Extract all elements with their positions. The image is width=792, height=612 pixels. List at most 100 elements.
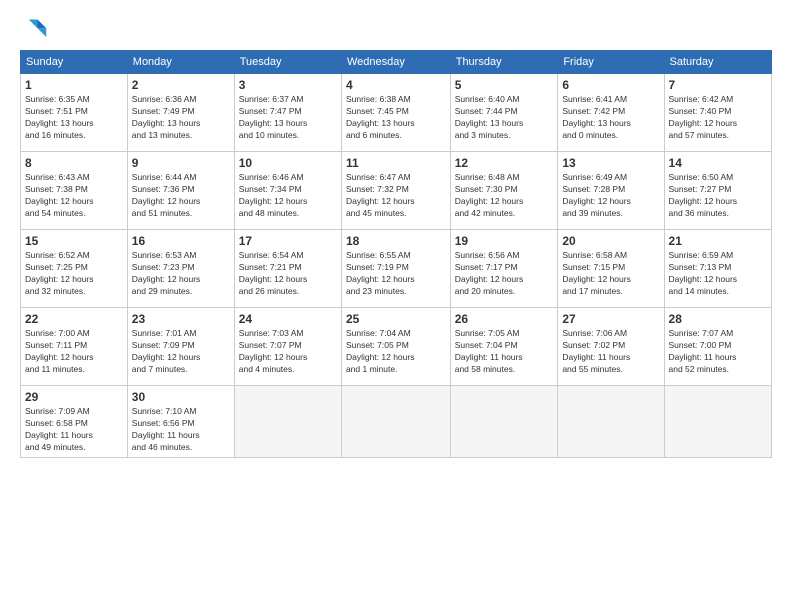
logo-icon: [20, 16, 48, 44]
day-info: Sunrise: 6:35 AM Sunset: 7:51 PM Dayligh…: [25, 94, 123, 142]
day-number: 10: [239, 155, 337, 171]
day-info: Sunrise: 6:43 AM Sunset: 7:38 PM Dayligh…: [25, 172, 123, 220]
day-number: 9: [132, 155, 230, 171]
calendar-cell: 13Sunrise: 6:49 AM Sunset: 7:28 PM Dayli…: [558, 152, 664, 230]
col-header-thursday: Thursday: [450, 51, 558, 74]
day-info: Sunrise: 6:49 AM Sunset: 7:28 PM Dayligh…: [562, 172, 659, 220]
day-info: Sunrise: 7:05 AM Sunset: 7:04 PM Dayligh…: [455, 328, 554, 376]
day-info: Sunrise: 6:58 AM Sunset: 7:15 PM Dayligh…: [562, 250, 659, 298]
day-info: Sunrise: 6:36 AM Sunset: 7:49 PM Dayligh…: [132, 94, 230, 142]
calendar-cell: 6Sunrise: 6:41 AM Sunset: 7:42 PM Daylig…: [558, 74, 664, 152]
day-number: 7: [669, 77, 767, 93]
day-number: 8: [25, 155, 123, 171]
page: SundayMondayTuesdayWednesdayThursdayFrid…: [0, 0, 792, 612]
day-number: 30: [132, 389, 230, 405]
calendar-cell: 11Sunrise: 6:47 AM Sunset: 7:32 PM Dayli…: [341, 152, 450, 230]
col-header-saturday: Saturday: [664, 51, 771, 74]
day-info: Sunrise: 7:04 AM Sunset: 7:05 PM Dayligh…: [346, 328, 446, 376]
calendar-cell: 26Sunrise: 7:05 AM Sunset: 7:04 PM Dayli…: [450, 308, 558, 386]
calendar-cell: 9Sunrise: 6:44 AM Sunset: 7:36 PM Daylig…: [127, 152, 234, 230]
day-info: Sunrise: 7:00 AM Sunset: 7:11 PM Dayligh…: [25, 328, 123, 376]
calendar-week-row: 8Sunrise: 6:43 AM Sunset: 7:38 PM Daylig…: [21, 152, 772, 230]
calendar-cell: [341, 386, 450, 458]
day-info: Sunrise: 6:50 AM Sunset: 7:27 PM Dayligh…: [669, 172, 767, 220]
calendar-cell: 16Sunrise: 6:53 AM Sunset: 7:23 PM Dayli…: [127, 230, 234, 308]
day-number: 29: [25, 389, 123, 405]
col-header-monday: Monday: [127, 51, 234, 74]
day-number: 4: [346, 77, 446, 93]
day-info: Sunrise: 6:41 AM Sunset: 7:42 PM Dayligh…: [562, 94, 659, 142]
day-number: 25: [346, 311, 446, 327]
header: [20, 16, 772, 44]
calendar-cell: 30Sunrise: 7:10 AM Sunset: 6:56 PM Dayli…: [127, 386, 234, 458]
calendar-cell: [450, 386, 558, 458]
day-info: Sunrise: 6:44 AM Sunset: 7:36 PM Dayligh…: [132, 172, 230, 220]
day-info: Sunrise: 7:03 AM Sunset: 7:07 PM Dayligh…: [239, 328, 337, 376]
calendar-week-row: 15Sunrise: 6:52 AM Sunset: 7:25 PM Dayli…: [21, 230, 772, 308]
calendar-cell: 29Sunrise: 7:09 AM Sunset: 6:58 PM Dayli…: [21, 386, 128, 458]
day-number: 16: [132, 233, 230, 249]
day-info: Sunrise: 6:52 AM Sunset: 7:25 PM Dayligh…: [25, 250, 123, 298]
calendar-cell: 23Sunrise: 7:01 AM Sunset: 7:09 PM Dayli…: [127, 308, 234, 386]
calendar-cell: [558, 386, 664, 458]
col-header-wednesday: Wednesday: [341, 51, 450, 74]
day-info: Sunrise: 6:37 AM Sunset: 7:47 PM Dayligh…: [239, 94, 337, 142]
day-number: 15: [25, 233, 123, 249]
calendar-cell: [664, 386, 771, 458]
calendar-cell: 24Sunrise: 7:03 AM Sunset: 7:07 PM Dayli…: [234, 308, 341, 386]
day-info: Sunrise: 6:42 AM Sunset: 7:40 PM Dayligh…: [669, 94, 767, 142]
day-number: 19: [455, 233, 554, 249]
calendar-cell: 22Sunrise: 7:00 AM Sunset: 7:11 PM Dayli…: [21, 308, 128, 386]
day-number: 1: [25, 77, 123, 93]
day-number: 27: [562, 311, 659, 327]
calendar-cell: 1Sunrise: 6:35 AM Sunset: 7:51 PM Daylig…: [21, 74, 128, 152]
calendar-cell: 17Sunrise: 6:54 AM Sunset: 7:21 PM Dayli…: [234, 230, 341, 308]
day-info: Sunrise: 6:38 AM Sunset: 7:45 PM Dayligh…: [346, 94, 446, 142]
calendar-cell: 28Sunrise: 7:07 AM Sunset: 7:00 PM Dayli…: [664, 308, 771, 386]
day-number: 17: [239, 233, 337, 249]
day-number: 28: [669, 311, 767, 327]
day-number: 18: [346, 233, 446, 249]
day-info: Sunrise: 6:53 AM Sunset: 7:23 PM Dayligh…: [132, 250, 230, 298]
col-header-tuesday: Tuesday: [234, 51, 341, 74]
day-info: Sunrise: 7:01 AM Sunset: 7:09 PM Dayligh…: [132, 328, 230, 376]
calendar-cell: [234, 386, 341, 458]
day-info: Sunrise: 7:07 AM Sunset: 7:00 PM Dayligh…: [669, 328, 767, 376]
calendar-cell: 10Sunrise: 6:46 AM Sunset: 7:34 PM Dayli…: [234, 152, 341, 230]
calendar-week-row: 29Sunrise: 7:09 AM Sunset: 6:58 PM Dayli…: [21, 386, 772, 458]
day-info: Sunrise: 6:47 AM Sunset: 7:32 PM Dayligh…: [346, 172, 446, 220]
day-number: 5: [455, 77, 554, 93]
calendar-cell: 2Sunrise: 6:36 AM Sunset: 7:49 PM Daylig…: [127, 74, 234, 152]
day-number: 23: [132, 311, 230, 327]
day-info: Sunrise: 6:55 AM Sunset: 7:19 PM Dayligh…: [346, 250, 446, 298]
day-info: Sunrise: 6:48 AM Sunset: 7:30 PM Dayligh…: [455, 172, 554, 220]
col-header-sunday: Sunday: [21, 51, 128, 74]
calendar-cell: 5Sunrise: 6:40 AM Sunset: 7:44 PM Daylig…: [450, 74, 558, 152]
calendar-cell: 7Sunrise: 6:42 AM Sunset: 7:40 PM Daylig…: [664, 74, 771, 152]
day-info: Sunrise: 6:46 AM Sunset: 7:34 PM Dayligh…: [239, 172, 337, 220]
day-number: 13: [562, 155, 659, 171]
day-number: 11: [346, 155, 446, 171]
day-number: 2: [132, 77, 230, 93]
calendar-cell: 25Sunrise: 7:04 AM Sunset: 7:05 PM Dayli…: [341, 308, 450, 386]
calendar-cell: 21Sunrise: 6:59 AM Sunset: 7:13 PM Dayli…: [664, 230, 771, 308]
day-number: 12: [455, 155, 554, 171]
day-info: Sunrise: 6:54 AM Sunset: 7:21 PM Dayligh…: [239, 250, 337, 298]
calendar-cell: 27Sunrise: 7:06 AM Sunset: 7:02 PM Dayli…: [558, 308, 664, 386]
day-number: 22: [25, 311, 123, 327]
calendar-cell: 15Sunrise: 6:52 AM Sunset: 7:25 PM Dayli…: [21, 230, 128, 308]
calendar-cell: 19Sunrise: 6:56 AM Sunset: 7:17 PM Dayli…: [450, 230, 558, 308]
calendar-cell: 14Sunrise: 6:50 AM Sunset: 7:27 PM Dayli…: [664, 152, 771, 230]
day-info: Sunrise: 6:40 AM Sunset: 7:44 PM Dayligh…: [455, 94, 554, 142]
calendar-cell: 8Sunrise: 6:43 AM Sunset: 7:38 PM Daylig…: [21, 152, 128, 230]
logo: [20, 16, 52, 44]
calendar-week-row: 1Sunrise: 6:35 AM Sunset: 7:51 PM Daylig…: [21, 74, 772, 152]
col-header-friday: Friday: [558, 51, 664, 74]
calendar-week-row: 22Sunrise: 7:00 AM Sunset: 7:11 PM Dayli…: [21, 308, 772, 386]
calendar-cell: 12Sunrise: 6:48 AM Sunset: 7:30 PM Dayli…: [450, 152, 558, 230]
calendar-header-row: SundayMondayTuesdayWednesdayThursdayFrid…: [21, 51, 772, 74]
day-info: Sunrise: 6:59 AM Sunset: 7:13 PM Dayligh…: [669, 250, 767, 298]
day-number: 14: [669, 155, 767, 171]
day-number: 6: [562, 77, 659, 93]
day-number: 3: [239, 77, 337, 93]
